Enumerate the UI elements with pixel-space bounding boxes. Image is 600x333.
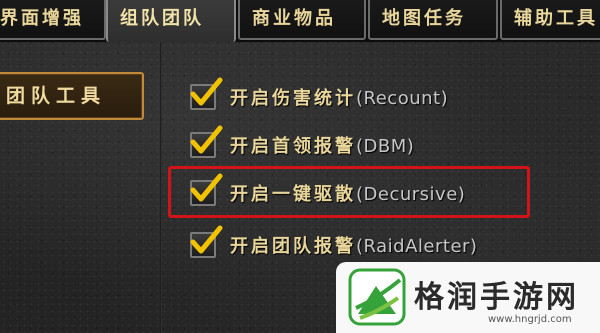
dbm-checkbox[interactable] bbox=[190, 125, 223, 158]
checkmark-icon bbox=[190, 225, 223, 254]
tab-commerce-items[interactable]: 商业物品 bbox=[238, 0, 366, 40]
tab-map-quests[interactable]: 地图任务 bbox=[368, 0, 498, 40]
option-label: 开启首领报警(DBM) bbox=[230, 136, 415, 157]
option-recount[interactable]: 开启伤害统计(Recount) bbox=[190, 77, 449, 114]
highlight-box bbox=[168, 166, 530, 218]
option-label: 开启团队报警(RaidAlerter) bbox=[230, 236, 478, 257]
checkmark-icon bbox=[190, 77, 223, 106]
watermark-url: www.hngrjd.com bbox=[488, 314, 572, 325]
option-raidalerter[interactable]: 开启团队报警(RaidAlerter) bbox=[190, 225, 478, 262]
watermark-brand: 格润手游网 bbox=[414, 280, 579, 315]
tab-bar: 界面增强 组队团队 商业物品 地图任务 辅助工具 bbox=[0, 0, 600, 42]
option-dbm[interactable]: 开启首领报警(DBM) bbox=[190, 125, 415, 162]
watermark: 格润手游网 www.hngrjd.com bbox=[336, 262, 600, 333]
checkmark-icon bbox=[190, 125, 223, 154]
option-label: 开启伤害统计(Recount) bbox=[230, 88, 449, 109]
tab-interface-enhance[interactable]: 界面增强 bbox=[0, 0, 106, 40]
addon-settings-window: 界面增强 组队团队 商业物品 地图任务 辅助工具 团队工具 开启伤害统计(Rec… bbox=[0, 0, 600, 333]
watermark-logo-icon bbox=[348, 268, 406, 326]
recount-checkbox[interactable] bbox=[190, 77, 223, 110]
tab-group-raid[interactable]: 组队团队 bbox=[106, 0, 236, 42]
panel-divider bbox=[160, 42, 162, 333]
tab-auxiliary-tools[interactable]: 辅助工具 bbox=[500, 0, 600, 40]
raidalerter-checkbox[interactable] bbox=[190, 225, 223, 258]
sidebar-item-raid-tools[interactable]: 团队工具 bbox=[0, 72, 144, 120]
